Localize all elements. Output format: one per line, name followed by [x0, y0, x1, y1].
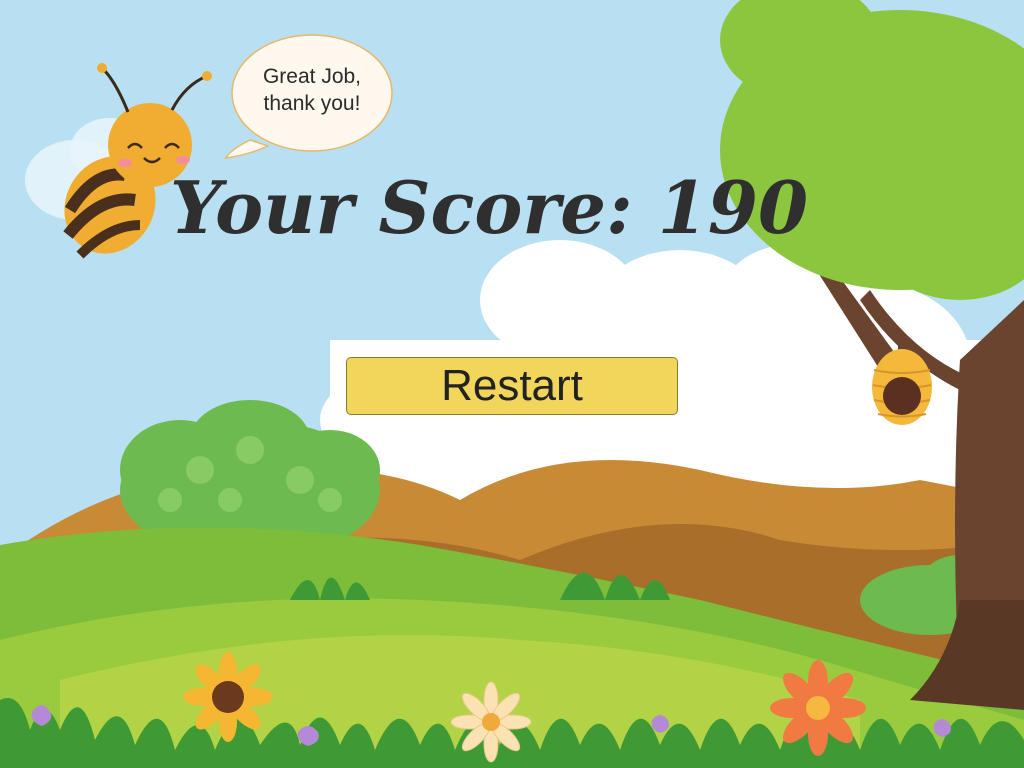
score-label: Your Score:: [170, 165, 633, 250]
speech-line-2: thank you!: [263, 92, 361, 115]
game-end-screen: Great Job, thank you! Your Score: 190 Re…: [0, 0, 1024, 768]
score-title: Your Score: 190: [170, 158, 850, 258]
score-value: 190: [657, 165, 809, 250]
speech-text: Great Job, thank you!: [236, 63, 388, 117]
flower-icon: [450, 681, 532, 763]
speech-line-1: Great Job,: [262, 65, 362, 88]
restart-button[interactable]: Restart: [346, 357, 678, 415]
